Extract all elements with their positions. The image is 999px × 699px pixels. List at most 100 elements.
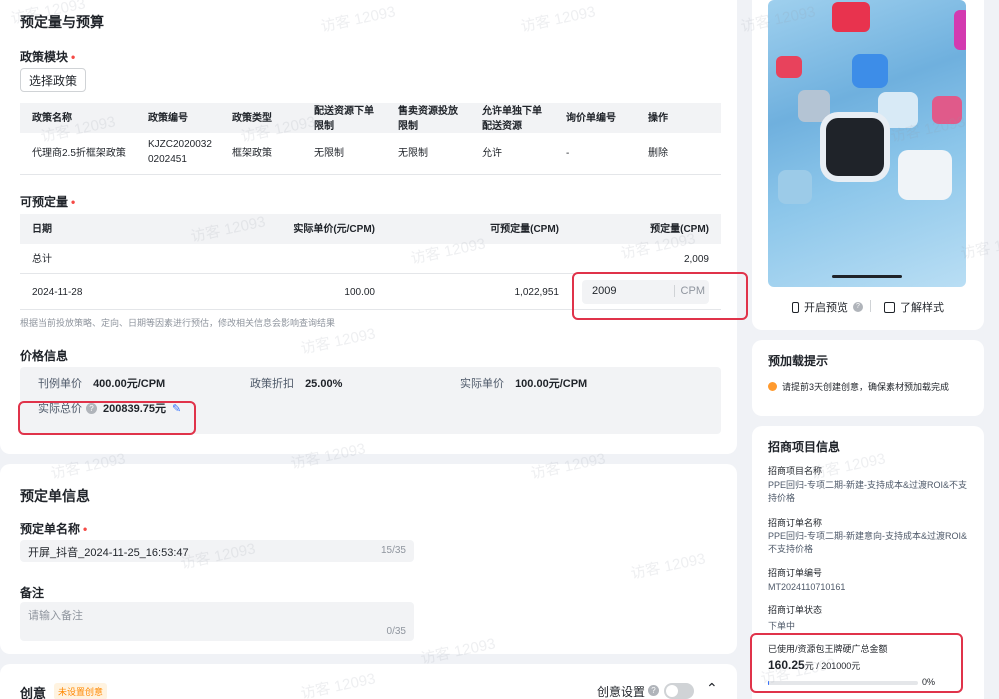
actual-price-label: 实际单价	[460, 378, 504, 390]
app-tile-pink	[932, 96, 962, 124]
policy-type: 框架政策	[232, 148, 272, 159]
preload-tip: 请提前3天创建创意，确保素材预加载完成	[768, 380, 949, 393]
col-policy-name: 政策名称	[32, 113, 72, 124]
price-info-label: 价格信息	[20, 349, 69, 363]
preload-card: 预加载提示 请提前3天创建创意，确保素材预加载完成	[752, 340, 984, 416]
list-price: 刊例单价 400.00元/CPM	[38, 375, 165, 391]
learn-style-label: 了解样式	[900, 302, 944, 314]
creative-status-badge: 未设置创意	[54, 683, 108, 699]
col-policy-type: 政策类型	[232, 113, 272, 124]
app-tile-gray	[798, 90, 830, 122]
col-quantity: 预定量(CPM)	[650, 224, 709, 235]
policy-inquiry-no: -	[566, 148, 570, 159]
col-delivery-limit: 配送资源下单限制	[314, 106, 374, 132]
remark-textarea[interactable]: 请输入备注 0/35	[20, 602, 414, 641]
col-inquiry-no: 询价单编号	[566, 113, 616, 124]
app-tile-blue	[852, 54, 888, 88]
app-tile-blue-2	[778, 170, 812, 204]
warning-icon	[768, 382, 777, 391]
layout-icon	[884, 301, 895, 313]
order-name-value-r: PPE回归-专项二期-新建意向-支持成本&过渡ROI&不支持价格	[768, 531, 968, 554]
order-card: 预定单信息 预定单名称 • 开屏_抖音_2024-11-25_16:53:47 1…	[0, 464, 737, 654]
policy-code: KJZC20200320202451	[148, 139, 212, 165]
phone-icon	[792, 301, 799, 313]
order-name-label: 预定单名称 •	[20, 522, 88, 536]
quantity-highlight	[572, 272, 748, 320]
reservable-table-header: 日期 实际单价(元/CPM) 可预定量(CPM) 预定量(CPM)	[20, 214, 721, 244]
creative-toggle[interactable]	[664, 683, 694, 699]
total-price-highlight	[18, 401, 196, 435]
preview-help-icon[interactable]: ?	[853, 302, 863, 312]
col-available: 可预定量(CPM)	[490, 224, 559, 235]
order-name-count: 15/35	[380, 545, 406, 556]
learn-style-button[interactable]: 了解样式	[884, 299, 944, 315]
row-date: 2024-11-28	[32, 287, 83, 298]
order-status-label: 招商订单状态	[768, 605, 823, 615]
remark-label: 备注	[20, 586, 45, 600]
remark-placeholder: 请输入备注	[28, 610, 83, 622]
reservable-label: 可预定量 •	[20, 195, 76, 209]
home-indicator	[832, 275, 902, 278]
reservable-note: 根据当前投放策略、定向、日期等因素进行预估，修改相关信息会影响查询结果	[20, 318, 336, 328]
app-tile-dark	[826, 118, 884, 176]
open-preview-button[interactable]: 开启预览 ?	[792, 299, 863, 315]
app-tile-light	[878, 92, 918, 128]
list-price-label: 刊例单价	[38, 378, 82, 390]
order-name-value: 开屏_抖音_2024-11-25_16:53:47	[28, 547, 189, 559]
order-name-label-r: 招商订单名称	[768, 518, 823, 528]
policy-discount: 政策折扣 25.00%	[250, 375, 342, 391]
delete-policy-link[interactable]: 删除	[648, 146, 668, 161]
discount-label: 政策折扣	[250, 378, 294, 390]
list-price-value: 400.00元/CPM	[93, 378, 166, 390]
divider	[870, 300, 871, 312]
preview-image	[768, 0, 966, 287]
col-unit-price: 实际单价(元/CPM)	[293, 224, 375, 235]
col-policy-code: 政策编号	[148, 113, 188, 124]
app-tile-magenta	[954, 10, 966, 50]
open-preview-label: 开启预览	[804, 302, 848, 314]
order-title: 预定单信息	[20, 488, 90, 504]
project-name-label: 招商项目名称	[768, 466, 823, 476]
creative-settings-label: 创意设置	[597, 685, 646, 699]
policy-delivery-limit: 无限制	[314, 148, 344, 159]
row-unit-price: 100.00	[344, 287, 375, 298]
col-allow-single: 允许单独下单配送资源	[482, 106, 542, 132]
creative-title: 创意	[20, 686, 47, 699]
remark-count: 0/35	[386, 626, 406, 637]
project-title: 招商项目信息	[768, 440, 841, 454]
app-tile-white	[898, 150, 952, 200]
preload-title: 预加载提示	[768, 354, 829, 368]
col-sale-limit: 售卖资源投放限制	[398, 106, 458, 132]
app-tile-red	[832, 2, 870, 32]
creative-card: 创意 未设置创意 创意设置 ? ⌃	[0, 664, 737, 699]
order-status-value: 下单中	[768, 621, 796, 631]
discount-value: 25.00%	[305, 378, 343, 390]
col-action: 操作	[648, 113, 668, 124]
budget-card: 预定量与预算 政策模块 • 选择政策 政策名称 政策编号 政策类型 配送资源下单限…	[0, 0, 748, 454]
order-no-value: MT2024110710161	[768, 582, 846, 592]
col-date: 日期	[32, 224, 52, 235]
app-tile-red-2	[776, 56, 802, 78]
order-no-label: 招商订单编号	[768, 568, 823, 578]
total-value: 2,009	[683, 254, 709, 265]
policy-allow-single: 允许	[482, 148, 502, 159]
policy-sale-limit: 无限制	[398, 148, 428, 159]
policy-name: 代理商2.5折框架政策	[32, 148, 126, 159]
collapse-chevron-icon[interactable]: ⌃	[706, 680, 718, 697]
actual-unit-price: 实际单价 100.00元/CPM	[460, 375, 587, 391]
usage-highlight	[750, 633, 963, 693]
budget-title: 预定量与预算	[20, 14, 104, 30]
policy-table-row: 代理商2.5折框架政策 KJZC20200320202451 框架政策 无限制 …	[20, 133, 721, 175]
preload-tip-text: 请提前3天创建创意，确保素材预加载完成	[782, 382, 950, 392]
reservable-total-row: 总计 2,009	[20, 244, 721, 274]
order-name-input[interactable]: 开屏_抖音_2024-11-25_16:53:47 15/35	[20, 540, 414, 562]
policy-module-label: 政策模块 •	[20, 50, 76, 64]
actual-price-value: 100.00元/CPM	[515, 378, 588, 390]
policy-table-header: 政策名称 政策编号 政策类型 配送资源下单限制 售卖资源投放限制 允许单独下单配…	[20, 103, 721, 133]
project-name-value: PPE回归-专项二期-新建-支持成本&过渡ROI&不支持价格	[768, 480, 968, 503]
row-available: 1,022,951	[514, 287, 560, 298]
creative-help-icon[interactable]: ?	[648, 685, 659, 696]
total-label: 总计	[32, 254, 52, 265]
select-policy-button[interactable]: 选择政策	[20, 68, 86, 92]
preview-card: 开启预览 ? 了解样式	[752, 0, 984, 330]
